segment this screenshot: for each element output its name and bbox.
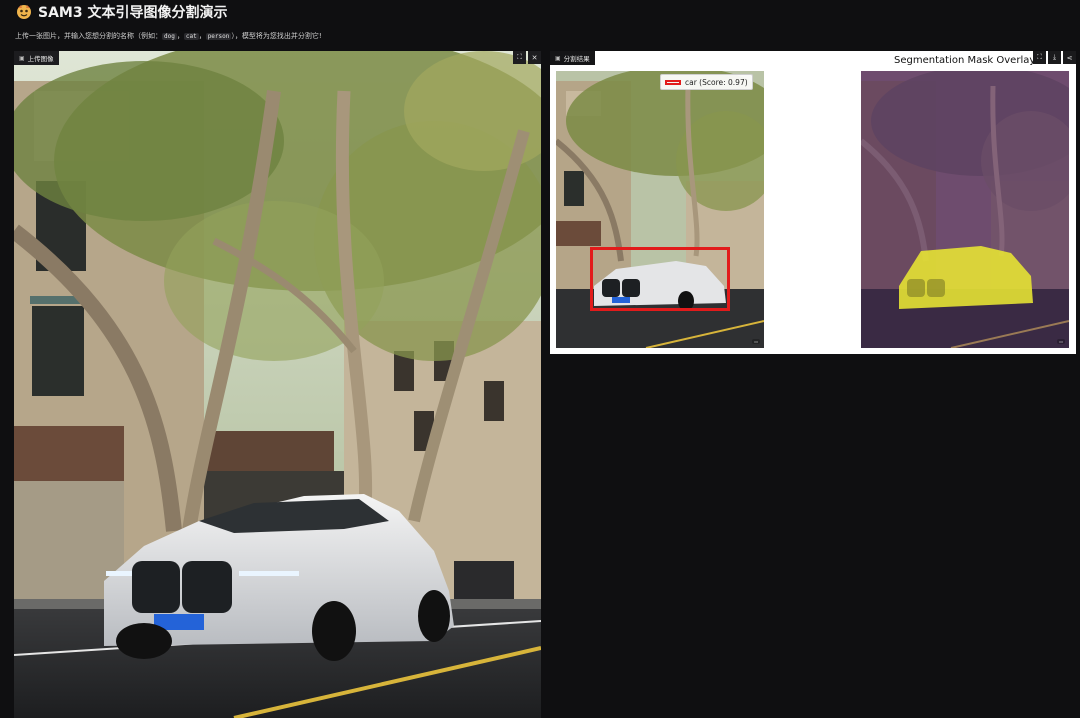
detection-legend: car (Score: 0.97): [660, 74, 753, 90]
result-panel-toolbar: ⛶ ⤓ ⋖: [1033, 51, 1076, 64]
mask-overlay-image: ▭: [861, 71, 1069, 348]
upload-panel-label-text: 上传图像: [27, 55, 54, 63]
image-upload-panel[interactable]: ▣ 上传图像 ⛶ ✕: [14, 51, 541, 718]
bounding-box: [590, 247, 730, 311]
watermark-badge: ▭: [1057, 339, 1065, 344]
download-button[interactable]: ⤓: [1048, 51, 1061, 64]
fullscreen-button[interactable]: ⛶: [1033, 51, 1046, 64]
example-code-person: person: [205, 33, 232, 40]
image-icon: ▣: [555, 54, 561, 62]
share-icon: ⋖: [1066, 53, 1073, 62]
mask-image-graphic: [861, 71, 1069, 348]
page-title: SAM3 文本引导图像分割演示: [38, 5, 228, 21]
page-description: 上传一张图片，并输入您想分割的名称（例如： dog， cat， person ），模型将…: [15, 32, 322, 40]
close-icon: ✕: [531, 53, 538, 62]
result-panel-label: ▣ 分割结果: [550, 51, 595, 65]
watermark-badge: ▭: [752, 339, 760, 344]
clear-button[interactable]: ✕: [528, 51, 541, 64]
example-code-dog: dog: [162, 33, 177, 40]
upload-panel-toolbar: ⛶ ✕: [513, 51, 541, 64]
app-header: SAM3 文本引导图像分割演示: [16, 3, 227, 21]
upload-panel-label: ▣ 上传图像: [14, 51, 59, 65]
legend-label: car (Score: 0.97): [685, 77, 748, 87]
bbox-result-image: car (Score: 0.97) ▭: [556, 71, 764, 348]
share-button[interactable]: ⋖: [1063, 51, 1076, 64]
example-code-cat: cat: [183, 33, 199, 40]
uploaded-image: [14, 51, 541, 718]
fullscreen-button[interactable]: ⛶: [513, 51, 526, 64]
logo-icon: [17, 5, 31, 19]
legend-swatch: [665, 79, 681, 85]
result-panel-label-text: 分割结果: [563, 55, 590, 63]
segmentation-result-panel: ▣ 分割结果 ⛶ ⤓ ⋖ Segmentation Mask Overlay c…: [550, 51, 1076, 354]
description-prefix: 上传一张图片，并输入您想分割的名称（例如：: [15, 32, 162, 40]
plot-title: Segmentation Mask Overlay: [894, 55, 1036, 66]
description-suffix: ），模型将为您找出并分割它!: [231, 32, 322, 40]
fullscreen-icon: ⛶: [1037, 53, 1042, 61]
fullscreen-icon: ⛶: [517, 53, 522, 61]
download-icon: ⤓: [1052, 53, 1057, 61]
image-icon: ▣: [19, 54, 25, 62]
